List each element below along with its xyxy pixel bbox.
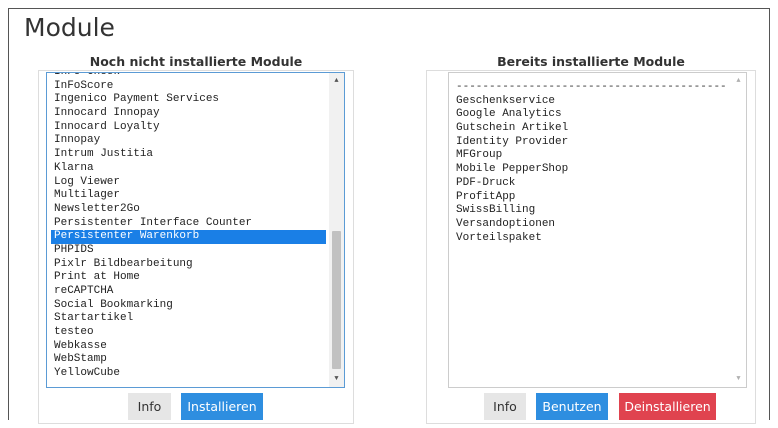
uninstall-button[interactable]: Deinstallieren [619, 393, 716, 420]
list-item[interactable]: Innopay [54, 134, 326, 148]
list-item[interactable]: PDF-Druck [456, 177, 728, 191]
list-item[interactable]: Innocard Loyalty [54, 121, 326, 135]
info-button-not-installed[interactable]: Info [128, 393, 171, 420]
install-button[interactable]: Installieren [181, 393, 263, 420]
list-item[interactable]: Webkasse [54, 340, 326, 354]
list-item[interactable]: Pixlr Bildbearbeitung [54, 258, 326, 272]
page-title: Module [24, 13, 115, 42]
scroll-up-icon[interactable]: ▲ [731, 74, 746, 88]
list-item[interactable]: InFoScore [54, 80, 326, 94]
list-item[interactable]: Google Analytics [456, 108, 728, 122]
list-item[interactable]: Intrum Justitia [54, 148, 326, 162]
list-item[interactable]: Startartikel [54, 312, 326, 326]
list-item[interactable]: Mobile PepperShop [456, 163, 728, 177]
list-item[interactable]: Social Bookmarking [54, 299, 326, 313]
list-separator: ----------------------------------------… [456, 81, 727, 93]
scroll-up-icon[interactable]: ▲ [329, 74, 344, 88]
list-item[interactable]: Klarna [54, 162, 326, 176]
list-item[interactable]: SwissBilling [456, 204, 728, 218]
list-item[interactable]: YellowCube [54, 367, 326, 381]
list-item[interactable]: WebStamp [54, 353, 326, 367]
list-item[interactable]: reCAPTCHA [54, 285, 326, 299]
list-item[interactable]: PHPIDS [54, 244, 326, 258]
installed-module-list[interactable]: ----------------------------------------… [448, 72, 747, 388]
list-item[interactable]: Innocard Innopay [54, 107, 326, 121]
info-button-installed[interactable]: Info [484, 393, 526, 420]
list-item[interactable]: Print at Home [54, 271, 326, 285]
list-item[interactable]: Log Viewer [54, 176, 326, 190]
not-installed-items: InFo-Check InFoScore Ingenico Payment Serv… [51, 73, 326, 381]
list-item[interactable]: testeo [54, 326, 326, 340]
list-item[interactable]: Multilager [54, 189, 326, 203]
list-item[interactable]: Persistenter Warenkorb [51, 230, 326, 244]
list-item[interactable]: Versandoptionen [456, 218, 728, 232]
list-item[interactable]: ProfitApp [456, 191, 728, 205]
installed-scrollbar[interactable]: ▲ ▼ [731, 73, 746, 387]
use-button[interactable]: Benutzen [536, 393, 608, 420]
list-item[interactable]: Vorteilspaket [456, 232, 728, 246]
list-item[interactable]: Ingenico Payment Services [54, 93, 326, 107]
installed-heading: Bereits installierte Module [497, 54, 685, 69]
list-item[interactable]: Geschenkservice [456, 95, 728, 109]
not-installed-module-list[interactable]: InFo-Check InFoScore Ingenico Payment Serv… [46, 72, 345, 388]
scroll-down-icon[interactable]: ▼ [329, 372, 344, 386]
list-item[interactable]: Newsletter2Go [54, 203, 326, 217]
list-item[interactable]: InFo-Check [54, 73, 326, 80]
list-item[interactable]: Identity Provider [456, 136, 728, 150]
list-item[interactable]: Gutschein Artikel [456, 122, 728, 136]
installed-items: ----------------------------------------… [456, 81, 728, 245]
scrollbar-thumb[interactable] [332, 231, 341, 369]
list-item[interactable]: MFGroup [456, 149, 728, 163]
not-installed-heading: Noch nicht installierte Module [89, 54, 303, 69]
scroll-down-icon[interactable]: ▼ [731, 372, 746, 386]
list-item[interactable]: Persistenter Interface Counter [54, 217, 326, 231]
not-installed-scrollbar[interactable]: ▲ ▼ [329, 73, 344, 387]
